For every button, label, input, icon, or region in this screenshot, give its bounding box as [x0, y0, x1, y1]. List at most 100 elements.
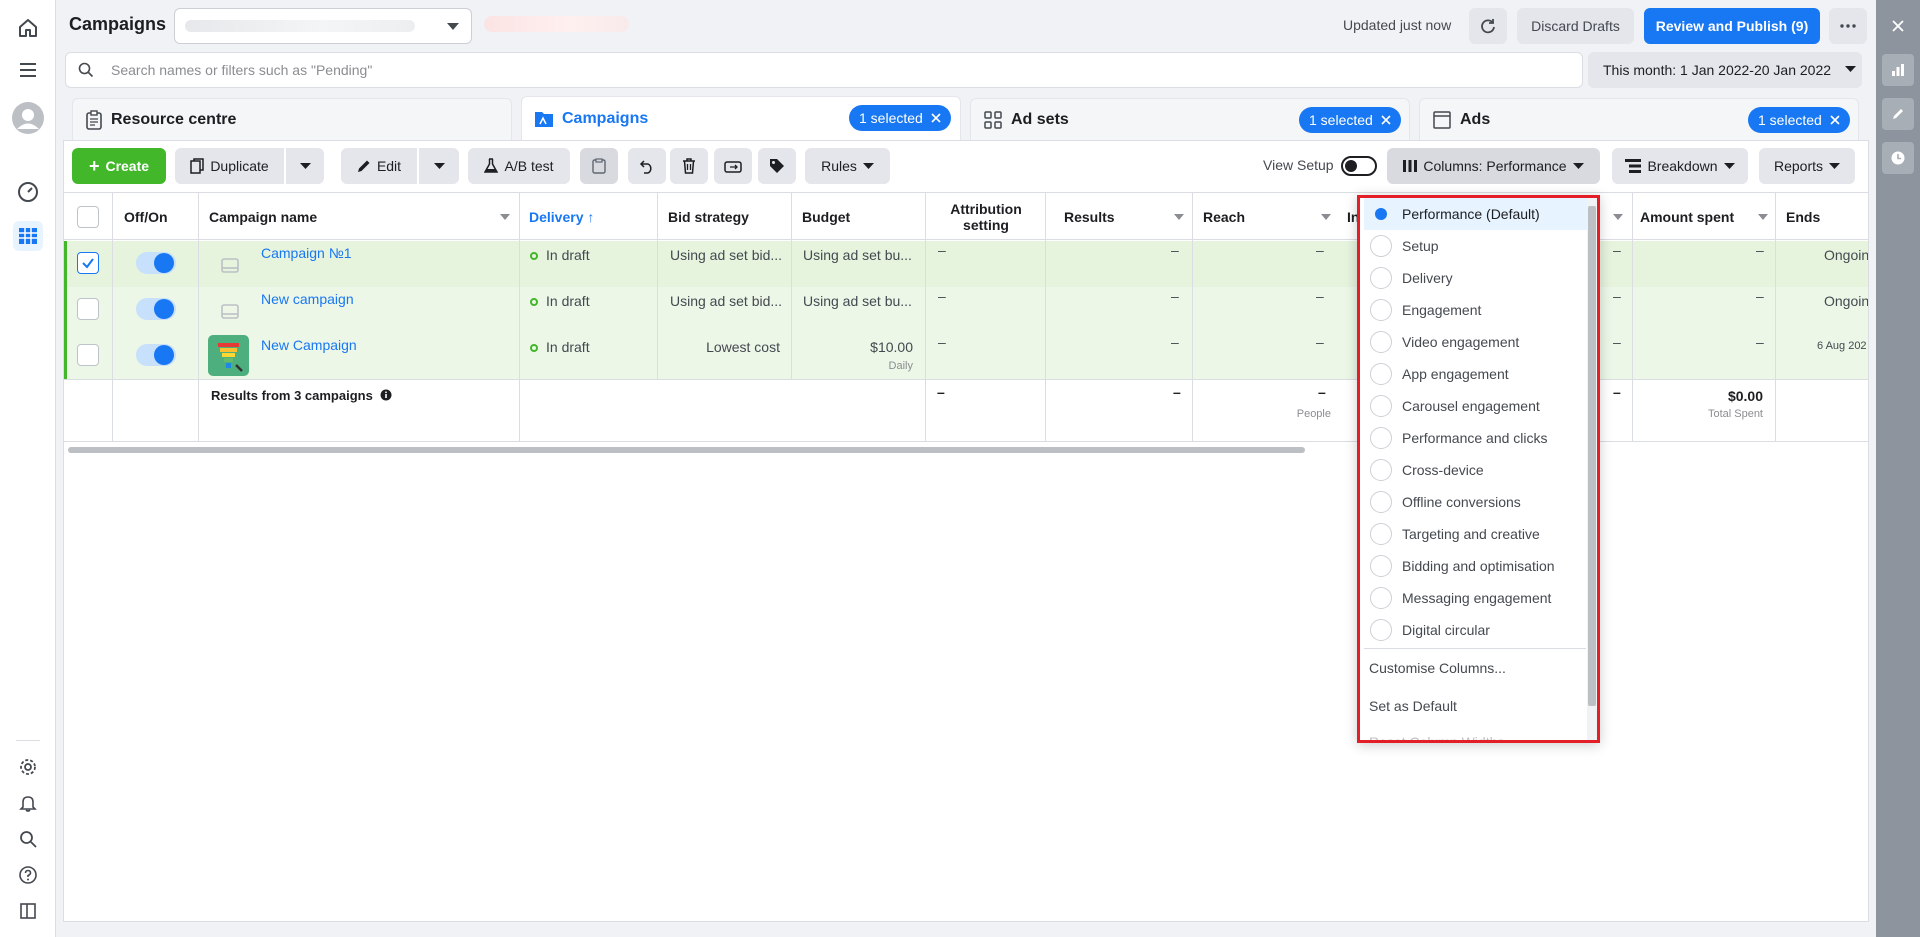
columns-option-engagement[interactable]: Engagement	[1364, 294, 1588, 326]
undo-button[interactable]	[628, 148, 666, 184]
columns-option-video-engagement[interactable]: Video engagement	[1364, 326, 1588, 358]
delivery-label: In draft	[546, 247, 590, 263]
reports-button[interactable]: Reports	[1759, 148, 1855, 184]
close-icon[interactable]	[931, 113, 941, 123]
account-selector[interactable]	[174, 8, 472, 44]
review-publish-button[interactable]: Review and Publish (9)	[1644, 8, 1820, 44]
history-clock-icon[interactable]	[1882, 142, 1914, 174]
discard-drafts-button[interactable]: Discard Drafts	[1517, 8, 1634, 44]
campaign-name-link[interactable]: New Campaign	[261, 337, 357, 353]
campaign-toggle[interactable]	[136, 298, 176, 320]
col-header-delivery[interactable]: Delivery ↑	[529, 209, 594, 225]
campaign-toggle[interactable]	[136, 344, 176, 366]
info-icon[interactable]	[380, 389, 392, 401]
edit-pencil-icon[interactable]	[1882, 98, 1914, 130]
tab-campaigns[interactable]: Campaigns 1 selected	[521, 96, 961, 140]
avatar[interactable]	[12, 102, 44, 134]
impressions-value: –	[1613, 288, 1621, 304]
radio-icon	[1370, 235, 1392, 257]
col-header-attribution[interactable]: Attribution setting	[936, 201, 1036, 233]
refresh-button[interactable]	[1469, 8, 1507, 44]
close-icon[interactable]	[1882, 10, 1914, 42]
tag-button[interactable]	[758, 148, 796, 184]
ab-test-button[interactable]: A/B test	[468, 148, 570, 184]
selected-pill[interactable]: 1 selected	[849, 105, 951, 131]
row-checkbox[interactable]	[77, 344, 99, 366]
col-header-offon[interactable]: Off/On	[124, 209, 168, 225]
columns-option-bidding-optimisation[interactable]: Bidding and optimisation	[1364, 550, 1588, 582]
notifications-bell-icon[interactable]	[13, 788, 43, 818]
row-checkbox[interactable]	[77, 298, 99, 320]
view-setup-toggle[interactable]	[1341, 156, 1377, 176]
tab-ads[interactable]: Ads 1 selected	[1419, 98, 1859, 140]
more-options-button[interactable]	[1829, 8, 1867, 44]
col-header-bid[interactable]: Bid strategy	[668, 209, 749, 225]
columns-option-performance-clicks[interactable]: Performance and clicks	[1364, 422, 1588, 454]
close-icon[interactable]	[1830, 115, 1840, 125]
col-header-results[interactable]: Results	[1064, 209, 1115, 225]
selected-pill[interactable]: 1 selected	[1748, 107, 1850, 133]
tab-resource-centre[interactable]: Resource centre	[72, 98, 512, 140]
select-all-checkbox[interactable]	[77, 206, 99, 228]
search-icon[interactable]	[13, 824, 43, 854]
columns-option-targeting-creative[interactable]: Targeting and creative	[1364, 518, 1588, 550]
col-header-reach[interactable]: Reach	[1203, 209, 1245, 225]
table-top-border	[64, 192, 1868, 193]
customise-columns-item[interactable]: Customise Columns...	[1369, 660, 1506, 676]
campaign-toggle[interactable]	[136, 252, 176, 274]
reset-column-widths-item[interactable]: Reset Column Widths	[1369, 734, 1504, 740]
sort-caret-icon[interactable]	[1321, 214, 1331, 220]
delete-button[interactable]	[670, 148, 708, 184]
columns-option-digital-circular[interactable]: Digital circular	[1364, 614, 1588, 646]
columns-option-carousel-engagement[interactable]: Carousel engagement	[1364, 390, 1588, 422]
columns-option-performance[interactable]: Performance (Default)	[1364, 198, 1588, 230]
campaign-name-link[interactable]: Campaign №1	[261, 245, 352, 261]
col-header-ends[interactable]: Ends	[1786, 209, 1820, 225]
columns-option-messaging-engagement[interactable]: Messaging engagement	[1364, 582, 1588, 614]
clipboard-button[interactable]	[580, 148, 618, 184]
dropdown-scrollbar-thumb[interactable]	[1588, 206, 1596, 706]
date-range-picker[interactable]: This month: 1 Jan 2022-20 Jan 2022	[1588, 52, 1862, 88]
sort-caret-icon[interactable]	[1174, 214, 1184, 220]
columns-option-delivery[interactable]: Delivery	[1364, 262, 1588, 294]
columns-option-cross-device[interactable]: Cross-device	[1364, 454, 1588, 486]
close-icon[interactable]	[1381, 115, 1391, 125]
home-icon[interactable]	[13, 13, 43, 43]
set-as-default-item[interactable]: Set as Default	[1369, 698, 1457, 714]
edit-button[interactable]: Edit	[341, 148, 417, 184]
side-panel-icon[interactable]	[13, 896, 43, 926]
edit-menu-button[interactable]	[419, 148, 459, 184]
breakdown-button[interactable]: Breakdown	[1612, 148, 1748, 184]
dashboard-gauge-icon[interactable]	[13, 177, 43, 207]
create-button[interactable]: + Create	[72, 148, 166, 184]
columns-option-app-engagement[interactable]: App engagement	[1364, 358, 1588, 390]
export-button[interactable]	[714, 148, 752, 184]
col-header-amount[interactable]: Amount spent	[1640, 209, 1734, 225]
chart-icon[interactable]	[1882, 54, 1914, 86]
menu-icon[interactable]	[13, 55, 43, 85]
dropdown-scrollbar-track[interactable]	[1587, 198, 1597, 740]
duplicate-menu-button[interactable]	[286, 148, 324, 184]
sort-caret-icon[interactable]	[1613, 214, 1623, 220]
duplicate-button[interactable]: Duplicate	[175, 148, 284, 184]
row-checkbox[interactable]	[77, 252, 99, 274]
radio-icon	[1370, 587, 1392, 609]
rules-button[interactable]: Rules	[805, 148, 890, 184]
sort-caret-icon[interactable]	[500, 214, 510, 220]
columns-button[interactable]: Columns: Performance	[1387, 148, 1600, 184]
option-label: Delivery	[1402, 270, 1453, 286]
sort-caret-icon[interactable]	[1758, 214, 1768, 220]
col-header-name[interactable]: Campaign name	[209, 209, 317, 225]
help-icon[interactable]	[13, 860, 43, 890]
tab-ad-sets[interactable]: Ad sets 1 selected	[970, 98, 1410, 140]
columns-option-offline-conversions[interactable]: Offline conversions	[1364, 486, 1588, 518]
horizontal-scrollbar[interactable]	[68, 447, 1305, 453]
selected-pill[interactable]: 1 selected	[1299, 107, 1401, 133]
ads-manager-table-icon[interactable]	[13, 221, 43, 251]
columns-option-setup[interactable]: Setup	[1364, 230, 1588, 262]
settings-gear-icon[interactable]	[13, 752, 43, 782]
campaign-name-link[interactable]: New campaign	[261, 291, 354, 307]
col-divider	[791, 193, 792, 379]
search-field[interactable]: Search names or filters such as "Pending…	[65, 52, 1583, 88]
col-header-budget[interactable]: Budget	[802, 209, 850, 225]
